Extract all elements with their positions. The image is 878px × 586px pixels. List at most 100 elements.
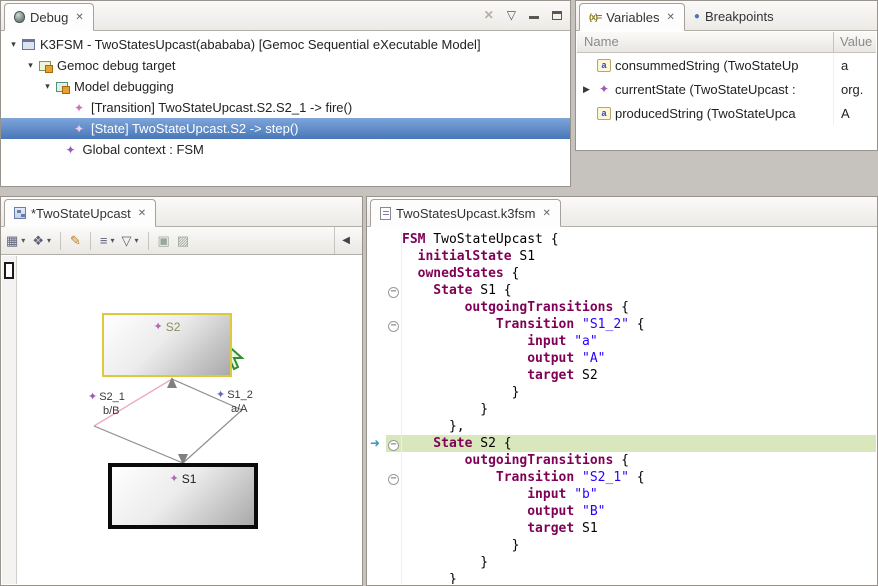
minimize-glyph <box>529 11 539 19</box>
fold-collapse-icon[interactable]: − <box>388 321 399 332</box>
folding-ruler <box>386 452 402 469</box>
fold-collapse-icon[interactable]: − <box>388 440 399 451</box>
expander-icon[interactable]: ▾ <box>24 60 37 71</box>
minimize-icon[interactable] <box>529 11 539 19</box>
chevron-down-icon[interactable]: ▾ <box>21 236 25 245</box>
chevron-down-icon[interactable]: ▾ <box>47 236 51 245</box>
tab-diagram[interactable]: *TwoStateUpcast ✕ <box>4 199 156 227</box>
debug-tree-item[interactable]: ▾Gemoc debug target <box>1 55 570 76</box>
export-image-button[interactable]: ▣ <box>158 233 170 249</box>
filters-button[interactable]: ▽▾ <box>122 233 139 249</box>
code-text: State S2 { <box>402 435 876 452</box>
view-menu-icon[interactable]: ▽ <box>507 8 516 22</box>
code-editor: TwoStatesUpcast.k3fsm ✕ FSM TwoStateUpca… <box>366 196 878 586</box>
canvas-thumbnail[interactable] <box>4 262 14 279</box>
code-line[interactable]: output "A" <box>368 350 876 367</box>
fold-collapse-icon[interactable]: − <box>388 287 399 298</box>
refresh-style-button[interactable]: ✎ <box>70 233 81 249</box>
maximize-glyph <box>552 11 562 20</box>
close-icon[interactable]: ✕ <box>542 208 550 219</box>
tab-breakpoints[interactable]: ● Breakpoints <box>685 2 783 30</box>
transition-label-s2_1[interactable]: ✦S2_1 b/B <box>88 390 125 418</box>
variable-row[interactable]: aproducedString (TwoStateUpcaA <box>577 101 876 125</box>
instruction-pointer-icon: ➜ <box>370 435 380 452</box>
export-image-icon: ▣ <box>158 233 170 249</box>
close-icon[interactable]: ✕ <box>138 208 146 219</box>
tab-debug[interactable]: Debug ✕ <box>4 3 94 31</box>
code-line[interactable]: output "B" <box>368 503 876 520</box>
debug-tree-item[interactable]: ✦Global context : FSM <box>1 139 570 160</box>
annotation-ruler <box>368 333 386 350</box>
annotation-ruler <box>368 486 386 503</box>
remove-terminated-icon[interactable]: ✕ <box>484 8 494 22</box>
chevron-down-icon[interactable]: ▾ <box>110 236 114 245</box>
diagram-toolbar: ▦▾ ❖▾ ✎ ≡▾ ▽▾ ▣ ▨ ◀ <box>1 227 362 255</box>
fold-collapse-icon[interactable]: − <box>388 474 399 485</box>
folding-ruler <box>386 333 402 350</box>
star-state-icon: ✦ <box>71 122 87 136</box>
expander-icon[interactable]: ▶ <box>580 84 593 95</box>
code-line[interactable]: input "a" <box>368 333 876 350</box>
collapse-left-icon: ◀ <box>342 235 350 246</box>
state-node-s1[interactable]: ✦ S1 <box>108 463 258 529</box>
layers-button[interactable]: ≡▾ <box>100 233 115 248</box>
code-line[interactable]: target S2 <box>368 367 876 384</box>
code-line[interactable]: } <box>368 571 876 584</box>
transition-label-s1_2[interactable]: ✦S1_2 a/A <box>216 388 253 416</box>
variable-row[interactable]: ▶✦currentState (TwoStateUpcast :org. <box>577 77 876 101</box>
variable-row[interactable]: aconsummedString (TwoStateUpa <box>577 53 876 77</box>
expander-icon[interactable]: ▾ <box>7 39 20 50</box>
layout-tool-button[interactable]: ▦▾ <box>6 233 25 249</box>
debug-tree-item[interactable]: ▾Model debugging <box>1 76 570 97</box>
print-button[interactable]: ▨ <box>177 233 189 249</box>
folding-ruler <box>386 231 402 248</box>
code-line[interactable]: FSM TwoStateUpcast { <box>368 231 876 248</box>
code-line[interactable]: input "b" <box>368 486 876 503</box>
expander-icon[interactable]: ▾ <box>41 81 54 92</box>
column-header-value[interactable]: Value <box>834 32 876 52</box>
code-line-current[interactable]: ➜−State S2 { <box>368 435 876 452</box>
code-line[interactable]: ownedStates { <box>368 265 876 282</box>
code-line[interactable]: outgoingTransitions { <box>368 452 876 469</box>
code-line[interactable]: outgoingTransitions { <box>368 299 876 316</box>
debug-tree-item[interactable]: ✦[Transition] TwoStateUpcast.S2.S2_1 -> … <box>1 97 570 118</box>
folding-ruler <box>386 418 402 435</box>
code-line[interactable]: }, <box>368 418 876 435</box>
code-line[interactable]: −Transition "S2_1" { <box>368 469 876 486</box>
folding-ruler: − <box>386 316 402 333</box>
annotation-ruler <box>368 248 386 265</box>
tab-variables[interactable]: (x)= Variables ✕ <box>579 3 685 31</box>
debug-tree-item[interactable]: ✦[State] TwoStateUpcast.S2 -> step() <box>1 118 570 139</box>
variable-name-cell: aconsummedString (TwoStateUp <box>577 53 834 77</box>
tab-k3fsm-file[interactable]: TwoStatesUpcast.k3fsm ✕ <box>370 199 561 227</box>
code-text: Transition "S1_2" { <box>402 316 876 333</box>
diagram-canvas[interactable]: ✦ S2 ✦ S1 ✦S2_1 b/B ✦S1_2 a/A <box>2 256 361 584</box>
state-node-s2[interactable]: ✦ S2 <box>102 313 232 377</box>
variables-rows: aconsummedString (TwoStateUpa▶✦currentSt… <box>577 53 876 125</box>
folding-ruler <box>386 401 402 418</box>
star-pink-icon: ✦ <box>71 101 87 115</box>
column-header-name[interactable]: Name <box>577 32 834 52</box>
state-label: S2 <box>166 320 181 334</box>
code-line[interactable]: target S1 <box>368 520 876 537</box>
code-line[interactable]: initialState S1 <box>368 248 876 265</box>
target-icon <box>37 61 53 71</box>
maximize-icon[interactable] <box>552 11 562 20</box>
close-icon[interactable]: ✕ <box>667 12 675 23</box>
code-line[interactable]: −Transition "S1_2" { <box>368 316 876 333</box>
folding-ruler <box>386 299 402 316</box>
code-line[interactable]: } <box>368 384 876 401</box>
close-icon[interactable]: ✕ <box>75 12 83 23</box>
code-line[interactable]: } <box>368 401 876 418</box>
text-editor-area[interactable]: FSM TwoStateUpcast {initialState S1owned… <box>368 228 876 584</box>
palette-collapse-button[interactable]: ◀ <box>334 227 357 254</box>
toolbar-separator <box>90 232 91 250</box>
code-line[interactable]: } <box>368 537 876 554</box>
code-text: target S2 <box>402 367 876 384</box>
variables-table: Name Value aconsummedString (TwoStateUpa… <box>577 32 876 149</box>
select-tool-button[interactable]: ❖▾ <box>32 233 51 249</box>
code-line[interactable]: −State S1 { <box>368 282 876 299</box>
debug-tree-item[interactable]: ▾K3FSM - TwoStatesUpcast(abababa) [Gemoc… <box>1 34 570 55</box>
chevron-down-icon[interactable]: ▾ <box>135 236 139 245</box>
code-line[interactable]: } <box>368 554 876 571</box>
